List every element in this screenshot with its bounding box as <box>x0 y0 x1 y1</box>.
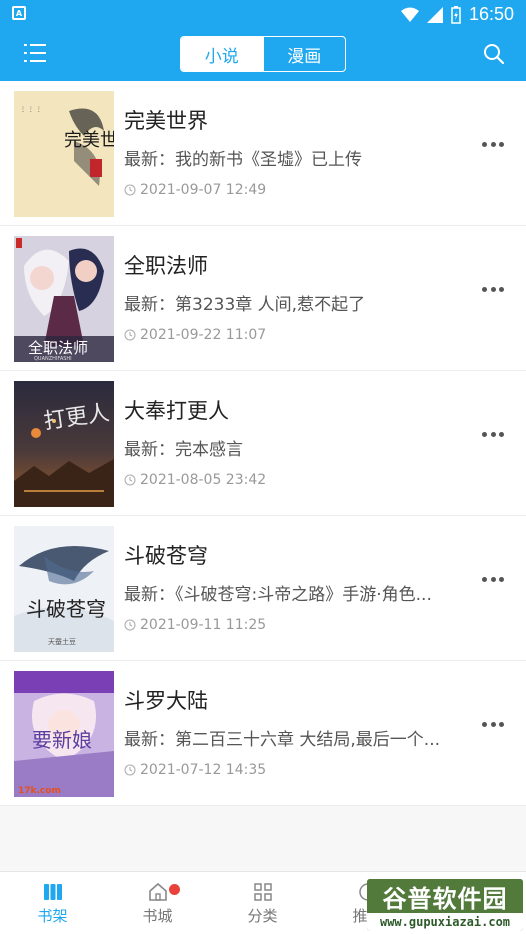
cover-title: 全职法师 <box>28 339 88 357</box>
more-options-button[interactable] <box>482 574 504 584</box>
book-cover[interactable]: 打更人 <box>14 381 114 507</box>
search-icon <box>484 44 505 65</box>
book-update-date: 2021-07-12 14:35 <box>140 762 267 778</box>
search-button[interactable] <box>482 42 506 66</box>
book-latest-chapter: 最新：第二百三十六章 大结局,最后一个... <box>124 730 441 750</box>
book-latest-chapter: 最新：《斗破苍穹:斗帝之路》手游·角色... <box>124 585 432 605</box>
book-item[interactable]: 打更人 大奉打更人 最新：完本感言 2021-08-05 23:42 <box>0 371 526 516</box>
menu-icon <box>24 44 46 62</box>
book-item[interactable]: 要新娘 17k.com 斗罗大陆 最新：第二百三十六章 大结局,最后一个... … <box>0 661 526 806</box>
book-cover[interactable]: 要新娘 17k.com <box>14 671 114 797</box>
clock-icon <box>124 474 136 486</box>
bookshelf-icon <box>43 884 62 900</box>
book-update-time: 2021-09-07 12:49 <box>124 182 266 198</box>
more-options-button[interactable] <box>482 719 504 729</box>
book-title: 斗破苍穹 <box>124 544 208 568</box>
book-item[interactable]: 全职法师 QUANZHIFASHI 全职法师 最新：第3233章 人间,惹不起了… <box>0 226 526 371</box>
home-icon <box>148 882 167 901</box>
book-update-time: 2021-09-22 11:07 <box>124 327 266 343</box>
more-options-button[interactable] <box>482 284 504 294</box>
book-title: 完美世界 <box>124 109 208 133</box>
signal-icon <box>426 6 443 23</box>
book-title: 全职法师 <box>124 254 208 278</box>
book-item[interactable]: 斗破苍穹 天蚕土豆 斗破苍穹 最新：《斗破苍穹:斗帝之路》手游·角色... 20… <box>0 516 526 661</box>
content-type-tabs: 小说 漫画 <box>180 36 346 72</box>
book-update-date: 2021-09-11 11:25 <box>140 617 267 633</box>
status-time: 16:50 <box>468 4 514 24</box>
status-bar: A 16:50 <box>0 0 526 28</box>
clock-icon <box>124 184 136 196</box>
wifi-icon <box>400 7 419 22</box>
watermark-url: www.gupuxiazai.com <box>367 913 523 931</box>
book-cover[interactable]: 完美世界 ⋮ ⋮ ⋮ <box>14 91 114 217</box>
book-item[interactable]: 完美世界 ⋮ ⋮ ⋮ 完美世界 最新：我的新书《圣墟》已上传 2021-09-0… <box>0 81 526 226</box>
book-title: 大奉打更人 <box>124 399 229 423</box>
status-icons: 16:50 <box>400 4 514 25</box>
clock-icon <box>124 329 136 341</box>
grid-icon <box>253 883 272 901</box>
book-update-time: 2021-07-12 14:35 <box>124 762 266 778</box>
more-options-button[interactable] <box>482 429 504 439</box>
book-cover[interactable]: 全职法师 QUANZHIFASHI <box>14 236 114 362</box>
menu-button[interactable] <box>24 42 50 64</box>
book-update-time: 2021-09-11 11:25 <box>124 617 266 633</box>
cover-subtitle: 17k.com <box>18 786 61 796</box>
book-cover[interactable]: 斗破苍穹 天蚕土豆 <box>14 526 114 652</box>
notification-badge <box>169 884 180 895</box>
nav-bookstore[interactable]: 书城 <box>105 872 210 934</box>
nav-category[interactable]: 分类 <box>210 872 315 934</box>
book-latest-chapter: 最新：完本感言 <box>124 440 243 460</box>
site-watermark: 谷普软件园 www.gupuxiazai.com <box>367 879 523 931</box>
nav-label: 书架 <box>37 907 68 925</box>
nav-bookshelf[interactable]: 书架 <box>0 872 105 934</box>
clock-icon <box>124 764 136 776</box>
nav-label: 书城 <box>142 907 173 925</box>
notification-icon: A <box>12 6 26 20</box>
book-update-time: 2021-08-05 23:42 <box>124 472 266 488</box>
nav-label: 分类 <box>247 907 278 925</box>
book-update-date: 2021-08-05 23:42 <box>140 472 267 488</box>
book-latest-chapter: 最新：第3233章 人间,惹不起了 <box>124 295 366 315</box>
cover-subtitle: QUANZHIFASHI <box>34 356 72 362</box>
book-update-date: 2021-09-07 12:49 <box>140 182 267 198</box>
more-options-button[interactable] <box>482 139 504 149</box>
svg-text:⋮ ⋮ ⋮: ⋮ ⋮ ⋮ <box>20 106 42 113</box>
cover-subtitle: 天蚕土豆 <box>48 637 76 646</box>
watermark-brand: 谷普软件园 <box>367 879 523 913</box>
book-title: 斗罗大陆 <box>124 689 208 713</box>
book-latest-chapter: 最新：我的新书《圣墟》已上传 <box>124 150 362 170</box>
cover-title: 斗破苍穹 <box>26 597 106 621</box>
bookshelf-list: 完美世界 ⋮ ⋮ ⋮ 完美世界 最新：我的新书《圣墟》已上传 2021-09-0… <box>0 81 526 806</box>
battery-icon <box>451 5 461 24</box>
clock-icon <box>124 619 136 631</box>
tab-novel[interactable]: 小说 <box>181 37 263 71</box>
cover-title: 要新娘 <box>32 728 92 752</box>
book-update-date: 2021-09-22 11:07 <box>140 327 267 343</box>
tab-comic[interactable]: 漫画 <box>262 37 346 71</box>
cover-title: 完美世界 <box>64 130 114 151</box>
app-bar: 小说 漫画 <box>0 28 526 81</box>
